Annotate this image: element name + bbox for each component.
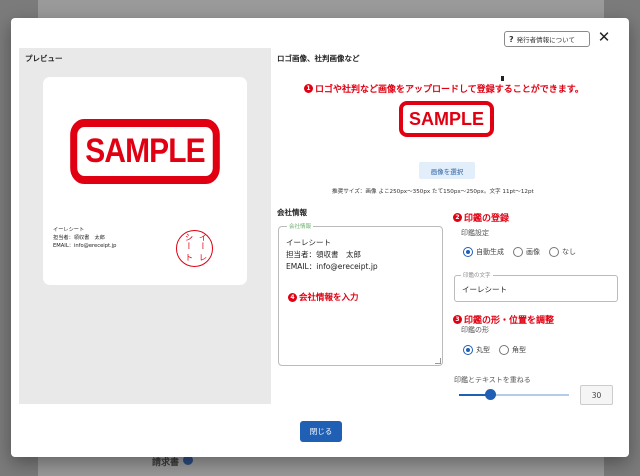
radio-round[interactable]: 丸型 xyxy=(463,345,490,355)
company-info-text: イーレシート 担当者：領収書 太郎 EMAIL：info@ereceipt.jp xyxy=(286,237,378,273)
seal-callout: 2 印鑑の登録 xyxy=(453,211,509,224)
step-number-badge: 2 xyxy=(453,213,462,222)
preview-panel: プレビュー SAMPLE イーレシート 担当者：領収書 太郎 EMAIL：inf… xyxy=(19,48,271,404)
overlap-value-input[interactable]: 30 xyxy=(580,385,613,405)
company-section-title: 会社情報 xyxy=(277,208,307,217)
radio-label: 自動生成 xyxy=(476,248,504,256)
logo-callout-text: ロゴや社判など画像をアップロードして登録することができます。 xyxy=(315,85,584,95)
close-button[interactable]: 閉じる xyxy=(300,421,342,442)
radio-none[interactable]: なし xyxy=(549,247,576,257)
overlap-slider-label: 印鑑とテキストを重ねる xyxy=(454,376,531,384)
seal-setting-label: 印鑑設定 xyxy=(461,229,489,237)
seal-text-legend: 印鑑の文字 xyxy=(461,271,493,279)
receipt-preview: SAMPLE イーレシート 担当者：領収書 太郎 EMAIL：info@erec… xyxy=(43,77,247,285)
preview-title: プレビュー xyxy=(25,54,63,63)
seal-text-input[interactable]: 印鑑の文字 イーレシート xyxy=(454,271,618,302)
radio-checked-icon xyxy=(463,345,473,355)
radio-label: 丸型 xyxy=(476,346,490,354)
mouse-cursor xyxy=(501,76,504,81)
radio-image[interactable]: 画像 xyxy=(513,247,540,257)
seal-char: シー xyxy=(183,233,193,250)
seal-callout-text: 印鑑の登録 xyxy=(464,214,510,224)
step-number-badge: 3 xyxy=(453,315,462,324)
close-icon[interactable]: ✕ xyxy=(597,29,611,45)
seal-char: イー xyxy=(197,233,207,250)
radio-unchecked-icon xyxy=(513,247,523,257)
logo-section-title: ロゴ画像、社判画像など xyxy=(277,54,360,63)
uploaded-logo-image: SAMPLE xyxy=(399,101,494,137)
resize-handle[interactable] xyxy=(435,358,441,364)
company-info-legend: 会社情報 xyxy=(287,222,314,230)
radio-label: なし xyxy=(562,248,576,256)
sample-logo-image: SAMPLE xyxy=(70,119,220,184)
radio-label: 角型 xyxy=(512,346,526,354)
radio-unchecked-icon xyxy=(499,345,509,355)
seal-text-value: イーレシート xyxy=(462,285,507,294)
seal-char: レ xyxy=(197,253,207,262)
issuer-info-modal: ? 発行者情報について ✕ プレビュー SAMPLE イーレシート 担当者：領収… xyxy=(11,18,629,457)
preview-company-info: イーレシート 担当者：領収書 太郎 EMAIL：info@ereceipt.jp xyxy=(53,226,116,250)
logo-callout: 1 ロゴや社判など画像をアップロードして登録することができます。 xyxy=(304,82,584,95)
step-number-badge: 1 xyxy=(304,84,313,93)
seal-setting-radio-group: 自動生成 画像 なし xyxy=(463,247,576,257)
preview-company-line: EMAIL：info@ereceipt.jp xyxy=(53,243,117,249)
company-info-line: イーレシート xyxy=(286,238,331,247)
company-info-line: 担当者：領収書 太郎 xyxy=(286,250,361,259)
step-number-badge: 4 xyxy=(288,292,297,302)
overlap-slider-thumb[interactable] xyxy=(485,389,496,400)
help-button-label: 発行者情報について xyxy=(516,36,575,44)
preview-company-line: 担当者：領収書 太郎 xyxy=(53,235,105,241)
company-callout: 4 会社情報を入力 xyxy=(288,291,359,303)
select-image-button[interactable]: 画像を選択 xyxy=(419,162,475,179)
radio-square[interactable]: 角型 xyxy=(499,345,526,355)
company-info-line: EMAIL：info@ereceipt.jp xyxy=(286,262,378,271)
issuer-info-help-button[interactable]: ? 発行者情報について xyxy=(504,31,590,47)
radio-unchecked-icon xyxy=(549,247,559,257)
round-seal: イー レ シー ト xyxy=(176,230,213,267)
radio-checked-icon xyxy=(463,247,473,257)
radio-label: 画像 xyxy=(526,248,540,256)
recommended-size-note: 推奨サイズ：画像 よこ250px〜350px たて150px〜250px。文字 … xyxy=(332,189,534,195)
seal-shape-radio-group: 丸型 角型 xyxy=(463,345,526,355)
company-info-textarea[interactable]: 会社情報 イーレシート 担当者：領収書 太郎 EMAIL：info@erecei… xyxy=(278,222,443,366)
radio-auto-generate[interactable]: 自動生成 xyxy=(463,247,504,257)
preview-company-line: イーレシート xyxy=(53,227,85,233)
company-callout-text: 会社情報を入力 xyxy=(299,293,359,303)
seal-shape-label: 印鑑の形 xyxy=(461,326,489,334)
seal-char: ト xyxy=(183,253,193,262)
question-icon: ? xyxy=(509,34,514,44)
